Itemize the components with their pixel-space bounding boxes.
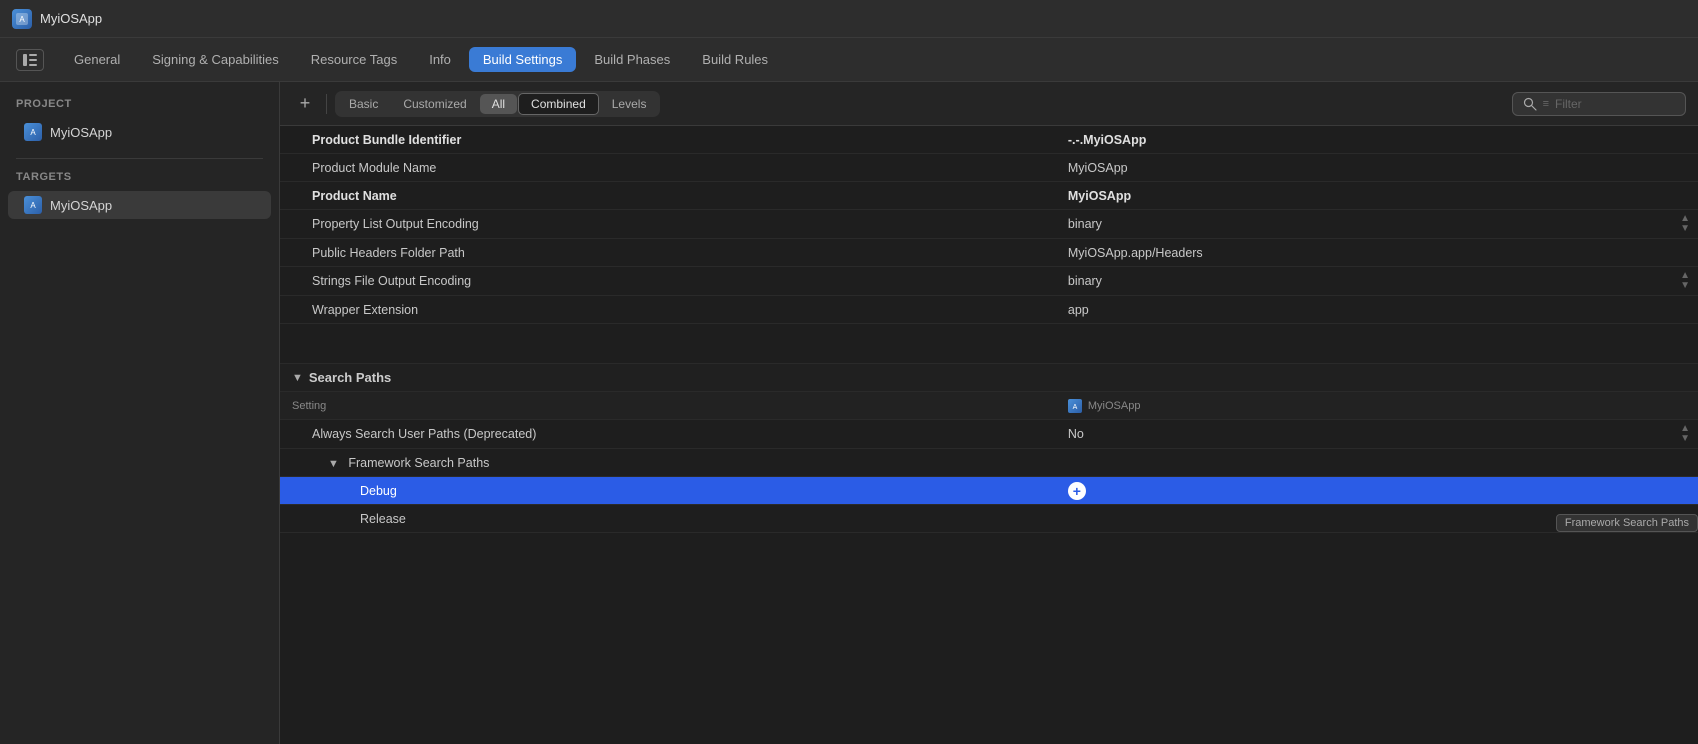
section-header-label: Search Paths <box>309 370 391 385</box>
setting-label: Property List Output Encoding <box>280 213 1060 235</box>
segment-customized[interactable]: Customized <box>391 94 478 114</box>
tab-signing[interactable]: Signing & Capabilities <box>138 47 292 72</box>
tab-build-settings[interactable]: Build Settings <box>469 47 577 72</box>
table-row-debug[interactable]: Debug + <box>280 477 1698 505</box>
tab-build-rules[interactable]: Build Rules <box>688 47 782 72</box>
sidebar: PROJECT A MyiOSApp TARGETS A MyiO <box>0 82 280 744</box>
segment-levels[interactable]: Levels <box>600 94 659 114</box>
section-header-search-paths[interactable]: ▼ Search Paths <box>280 364 1698 392</box>
setting-value: MyiOSApp <box>1060 185 1698 207</box>
setting-label: Always Search User Paths (Deprecated) <box>280 423 1060 445</box>
setting-value: binary ▲ ▼ <box>1060 210 1698 238</box>
table-row[interactable]: Product Bundle Identifier -.-.MyiOSApp <box>280 126 1698 154</box>
app-title: MyiOSApp <box>40 11 102 26</box>
tab-info[interactable]: Info <box>415 47 465 72</box>
header-value-col: A MyiOSApp <box>1060 395 1698 417</box>
setting-value: MyiOSApp.app/Headers <box>1060 242 1698 264</box>
stepper-control[interactable]: ▲ ▼ <box>1680 214 1690 234</box>
tooltip-box: Framework Search Paths <box>1556 514 1698 532</box>
setting-label: Product Name <box>280 185 1060 207</box>
setting-value: app <box>1060 299 1698 321</box>
targets-section-label: TARGETS <box>0 171 279 191</box>
stepper-control[interactable]: ▲ ▼ <box>1680 424 1690 444</box>
header-setting-col: Setting <box>280 396 1060 416</box>
table-row[interactable]: Property List Output Encoding binary ▲ ▼ <box>280 210 1698 239</box>
app-icon: A <box>12 9 32 29</box>
svg-text:A: A <box>30 201 36 210</box>
setting-value: -.-.MyiOSApp <box>1060 129 1698 151</box>
add-value-icon[interactable]: + <box>1068 482 1086 500</box>
svg-text:A: A <box>30 128 36 137</box>
target-icon: A <box>24 196 42 214</box>
setting-value: MyiOSApp <box>1060 157 1698 179</box>
setting-label: Wrapper Extension <box>280 299 1060 321</box>
setting-label: Release <box>280 508 1060 530</box>
table-row[interactable]: Strings File Output Encoding binary ▲ ▼ <box>280 267 1698 296</box>
segment-basic[interactable]: Basic <box>337 94 390 114</box>
setting-value: binary ▲ ▼ <box>1060 267 1698 295</box>
setting-value: No ▲ ▼ <box>1060 420 1698 448</box>
tab-general[interactable]: General <box>60 47 134 72</box>
sidebar-item-myiosapp-target[interactable]: A MyiOSApp <box>8 191 271 219</box>
filter-input[interactable] <box>1555 97 1675 111</box>
settings-scroll: Product Bundle Identifier -.-.MyiOSApp P… <box>280 126 1698 744</box>
tab-resource-tags[interactable]: Resource Tags <box>297 47 411 72</box>
table-row[interactable]: Product Name MyiOSApp <box>280 182 1698 210</box>
setting-value: Framework Search Paths <box>1060 515 1698 523</box>
filter-control[interactable]: ≡ <box>1512 92 1686 116</box>
toolbar-divider <box>326 94 327 114</box>
table-row[interactable]: Release Framework Search Paths <box>280 505 1698 533</box>
title-bar: A MyiOSApp <box>0 0 1698 38</box>
project-section-label: PROJECT <box>0 98 279 118</box>
targets-section: TARGETS A MyiOSApp <box>0 171 279 219</box>
tab-bar: General Signing & Capabilities Resource … <box>0 38 1698 82</box>
setting-label: Strings File Output Encoding <box>280 270 1060 292</box>
filter-icon-bars: ≡ <box>1543 98 1549 110</box>
setting-value: + <box>1060 478 1698 504</box>
sidebar-divider <box>16 158 263 159</box>
segment-combined[interactable]: Combined <box>518 93 599 115</box>
section-toggle-icon[interactable]: ▼ <box>292 372 303 384</box>
segment-group: Basic Customized All Combined Levels <box>335 91 660 117</box>
table-row[interactable]: ▼ Framework Search Paths <box>280 449 1698 477</box>
filter-icon <box>1523 97 1537 111</box>
setting-label: Public Headers Folder Path <box>280 242 1060 264</box>
setting-label: ▼ Framework Search Paths <box>280 452 1060 474</box>
sidebar-target-label: MyiOSApp <box>50 198 112 213</box>
setting-value <box>1060 459 1698 467</box>
setting-label: Product Module Name <box>280 157 1060 179</box>
table-row[interactable]: Wrapper Extension app <box>280 296 1698 324</box>
sidebar-project-label: MyiOSApp <box>50 125 112 140</box>
settings-toolbar: + Basic Customized All Combined Levels ≡ <box>280 82 1698 126</box>
table-row[interactable]: Product Module Name MyiOSApp <box>280 154 1698 182</box>
spacer-row <box>280 324 1698 364</box>
main-layout: PROJECT A MyiOSApp TARGETS A MyiO <box>0 82 1698 744</box>
settings-header-row: Setting A MyiOSApp <box>280 392 1698 420</box>
segment-all[interactable]: All <box>480 94 517 114</box>
setting-label: Debug <box>280 480 1060 502</box>
header-target-icon: A <box>1068 399 1082 413</box>
content-area: + Basic Customized All Combined Levels ≡ <box>280 82 1698 744</box>
project-icon: A <box>24 123 42 141</box>
table-row[interactable]: Always Search User Paths (Deprecated) No… <box>280 420 1698 449</box>
setting-label: Product Bundle Identifier <box>280 129 1060 151</box>
svg-text:A: A <box>19 15 25 24</box>
stepper-control[interactable]: ▲ ▼ <box>1680 271 1690 291</box>
table-row[interactable]: Public Headers Folder Path MyiOSApp.app/… <box>280 239 1698 267</box>
settings-table: Product Bundle Identifier -.-.MyiOSApp P… <box>280 126 1698 533</box>
add-setting-button[interactable]: + <box>292 91 318 117</box>
sidebar-item-project[interactable]: A MyiOSApp <box>8 118 271 146</box>
tab-build-phases[interactable]: Build Phases <box>580 47 684 72</box>
svg-text:A: A <box>1073 404 1078 411</box>
sidebar-toggle-button[interactable] <box>16 49 44 71</box>
group-toggle-icon[interactable]: ▼ <box>328 458 339 470</box>
